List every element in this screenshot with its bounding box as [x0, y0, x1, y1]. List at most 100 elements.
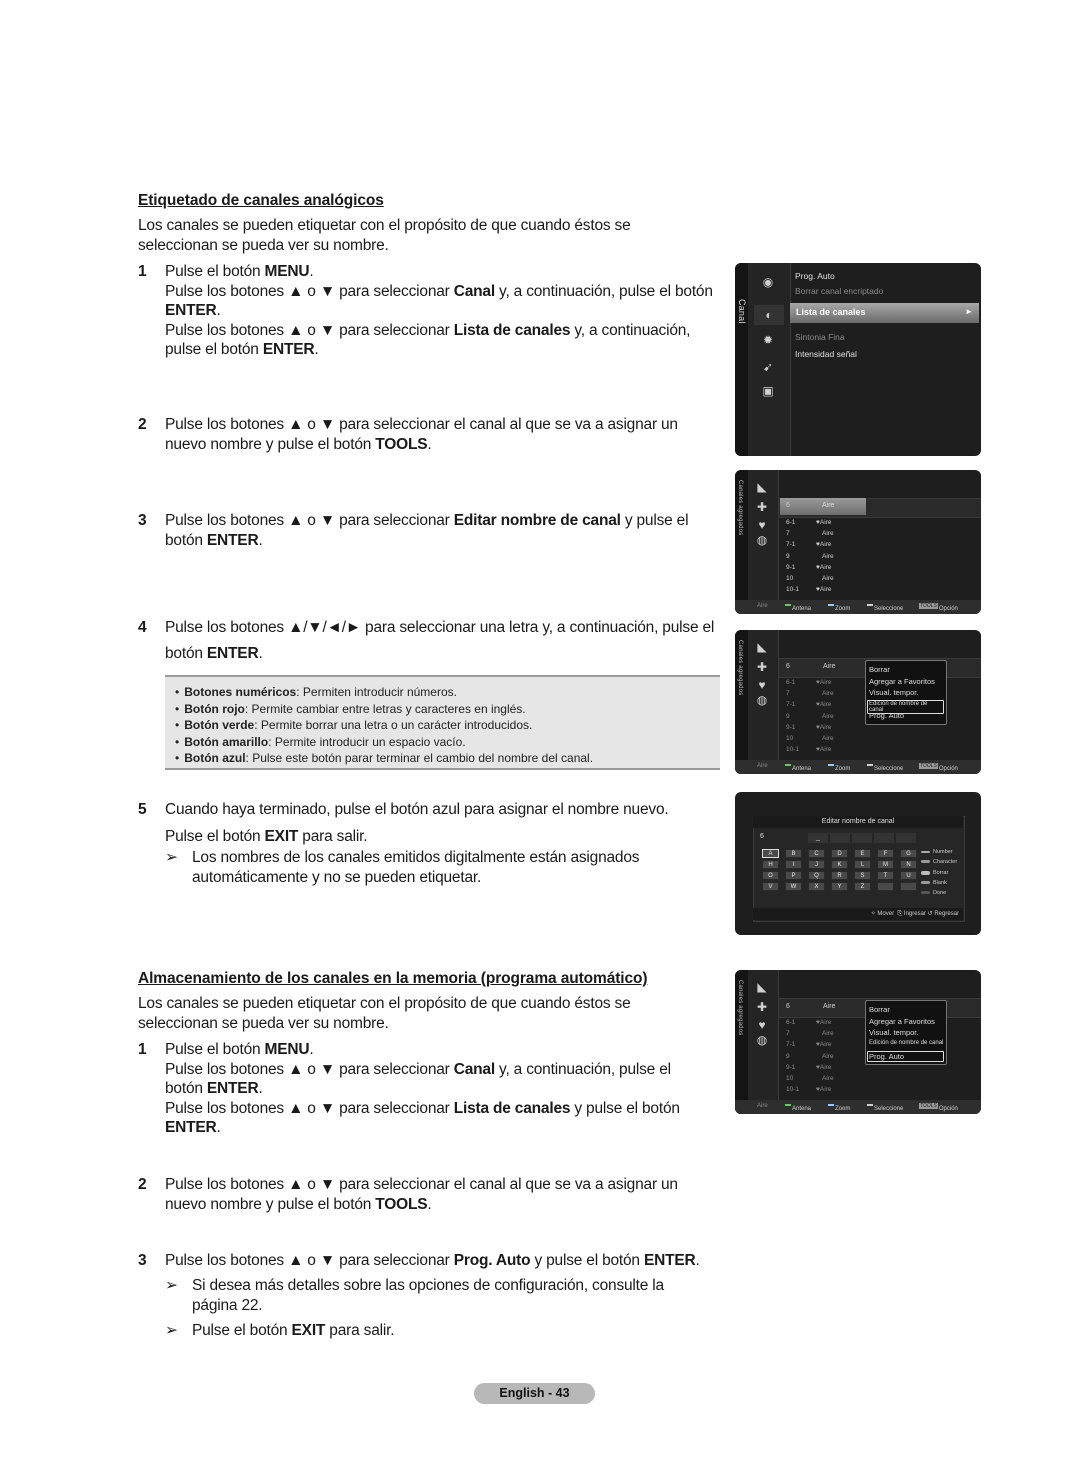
info-bullet: Botón azul: Pulse este botón parar termi…: [175, 750, 720, 767]
key-n[interactable]: N: [900, 860, 917, 869]
key-l[interactable]: L: [854, 860, 871, 869]
key-o[interactable]: O: [762, 871, 779, 880]
selected-channel-row[interactable]: 6 Aire: [780, 498, 866, 515]
key-d[interactable]: D: [831, 849, 848, 858]
key-empty[interactable]: [900, 882, 917, 891]
legend-blank: Blank: [921, 880, 947, 886]
tools-menu-item[interactable]: Visual. tempor.: [869, 1028, 918, 1037]
step-number: 2: [138, 416, 147, 433]
step-text: Pulse el botón MENU. Pulse los botones ▲ …: [165, 1040, 705, 1138]
key-t[interactable]: T: [877, 871, 894, 880]
tv-screen-channel-menu: Canal ◉ ◐ ✹ ➹ ▣ Prog. Auto Borrar canal …: [735, 263, 981, 456]
key-c[interactable]: C: [808, 849, 825, 858]
legend-borrar: Borrar: [921, 870, 948, 876]
key-k[interactable]: K: [831, 860, 848, 869]
all-channels-icon: ◣: [757, 480, 767, 494]
menu-item-intensidad-senal[interactable]: Intensidad señal: [795, 349, 857, 359]
favorites-heart-icon: ♥: [758, 678, 766, 692]
section-heading-analog-labeling: Etiquetado de canales analógicos: [138, 192, 384, 209]
favorites-heart-icon: ♥: [758, 518, 766, 532]
tools-menu-item[interactable]: Visual. tempor.: [869, 688, 918, 697]
key-empty[interactable]: [877, 882, 894, 891]
tools-menu-item[interactable]: Edición de nombre de canal: [869, 1040, 943, 1046]
enter-icon: ⎘: [897, 911, 903, 917]
name-slot[interactable]: [852, 833, 872, 843]
arrow-icon: ➢: [165, 1322, 178, 1339]
list-category-label: Canales agregados: [737, 480, 743, 536]
key-y[interactable]: Y: [831, 882, 848, 891]
menu-category-label: Canal: [737, 299, 747, 324]
key-q[interactable]: Q: [808, 871, 825, 880]
name-slot[interactable]: _: [808, 833, 828, 843]
name-slot[interactable]: [896, 833, 916, 843]
menu-item-lista-de-canales[interactable]: Lista de canales ►: [790, 303, 979, 323]
step-text: Pulse los botones ▲ o ▼ para seleccionar…: [165, 1251, 735, 1271]
tools-menu-item[interactable]: Borrar: [869, 1005, 890, 1014]
key-w[interactable]: W: [785, 882, 802, 891]
key-x[interactable]: X: [808, 882, 825, 891]
step-text: Pulse los botones ▲/▼/◄/► para seleccion…: [165, 615, 725, 667]
tools-popup: Borrar Agregar a Favoritos Visual. tempor.…: [865, 1000, 947, 1065]
step-number: 1: [138, 263, 147, 280]
step-text: Pulse los botones ▲ o ▼ para seleccionar…: [165, 1175, 705, 1214]
tools-menu-item[interactable]: Prog. Auto: [869, 711, 904, 720]
key-z[interactable]: Z: [854, 882, 871, 891]
name-slot[interactable]: [830, 833, 850, 843]
tools-menu-item[interactable]: Agregar a Favoritos: [869, 1017, 935, 1026]
key-u[interactable]: U: [900, 871, 917, 880]
step-line: Pulse los botones ▲/▼/◄/► para seleccion…: [165, 619, 715, 662]
key-r[interactable]: R: [831, 871, 848, 880]
key-m[interactable]: M: [877, 860, 894, 869]
menu-item-prog-auto[interactable]: Prog. Auto: [795, 271, 835, 281]
key-j[interactable]: J: [808, 860, 825, 869]
arrow-icon: ➢: [165, 849, 178, 866]
input-icon: ➹: [762, 360, 774, 374]
timer-icon: ◍: [756, 533, 768, 547]
keyboard-title: Editar nombre de canal: [753, 816, 963, 828]
name-slot[interactable]: [874, 833, 894, 843]
arrow-icon: ➢: [165, 1277, 178, 1294]
note: ➢ Pulse el botón EXIT para salir.: [165, 1321, 692, 1341]
key-f[interactable]: F: [877, 849, 894, 858]
menu-item-sintonia-fina[interactable]: Sintonia Fina: [795, 332, 845, 342]
key-e[interactable]: E: [854, 849, 871, 858]
move-icon: ✧: [870, 911, 876, 917]
note: ➢ Si desea más detalles sobre las opcion…: [165, 1277, 664, 1314]
tools-popup: Borrar Agregar a Favoritos Visual. tempor.…: [865, 660, 947, 725]
tools-menu-item[interactable]: Prog. Auto: [867, 1051, 944, 1062]
section-intro: Los canales se pueden etiquetar con el p…: [138, 217, 631, 254]
list-footer: Aire Antena Zoom Seleccione TOOLS Opción: [735, 600, 981, 614]
key-s[interactable]: S: [854, 871, 871, 880]
step-text: Pulse los botones ▲ o ▼ para seleccionar…: [165, 415, 705, 454]
return-icon: ↺: [927, 911, 933, 917]
note: ➢ Los nombres de los canales emitidos di…: [165, 849, 640, 886]
tools-menu-item[interactable]: Agregar a Favoritos: [869, 677, 935, 686]
setup-gear-icon: ✹: [762, 333, 774, 347]
info-bullet: Botones numéricos: Permiten introducir n…: [175, 684, 720, 701]
step-line: Pulse los botones ▲ o ▼ para seleccionar…: [165, 1060, 671, 1098]
step-text: Pulse los botones ▲ o ▼ para seleccionar…: [165, 511, 715, 550]
section-heading-auto-program: Almacenamiento de los canales en la memo…: [138, 970, 648, 987]
key-i[interactable]: I: [785, 860, 802, 869]
step-line: Pulse los botones ▲ o ▼ para seleccionar…: [165, 282, 713, 320]
tools-menu-item[interactable]: Borrar: [869, 665, 890, 674]
key-p[interactable]: P: [785, 871, 802, 880]
tv-screen-channel-list: Canales agregados ◣ ✚ ♥ ◍ 6 Aire Aire An…: [735, 470, 981, 614]
key-a[interactable]: A: [762, 849, 779, 858]
step-number: 1: [138, 1041, 147, 1058]
tv-screen-tools-edit-name: Canales agregados ◣ ✚ ♥ ◍ 6 Aire Borrar Ag…: [735, 630, 981, 774]
channel-number: 6: [760, 833, 764, 840]
step-line: Pulse los botones ▲ o ▼ para seleccionar…: [165, 1176, 678, 1213]
key-g[interactable]: G: [900, 849, 917, 858]
info-bullet: Botón rojo: Permite cambiar entre letras…: [175, 701, 720, 718]
key-b[interactable]: B: [785, 849, 802, 858]
step-line: Cuando haya terminado, pulse el botón az…: [165, 801, 669, 818]
step-text: Pulse el botón MENU. Pulse los botones ▲ …: [165, 262, 730, 360]
info-bullet: Botón amarillo: Permite introducir un es…: [175, 734, 720, 751]
key-v[interactable]: V: [762, 882, 779, 891]
added-channels-icon: ✚: [756, 1000, 768, 1014]
tv-screen-edit-channel-name: Editar nombre de canal 6 _ Number Charac…: [735, 792, 981, 935]
key-h[interactable]: H: [762, 860, 779, 869]
step-number: 3: [138, 1252, 147, 1269]
menu-item-borrar-canal-encriptado[interactable]: Borrar canal encriptado: [795, 286, 883, 296]
